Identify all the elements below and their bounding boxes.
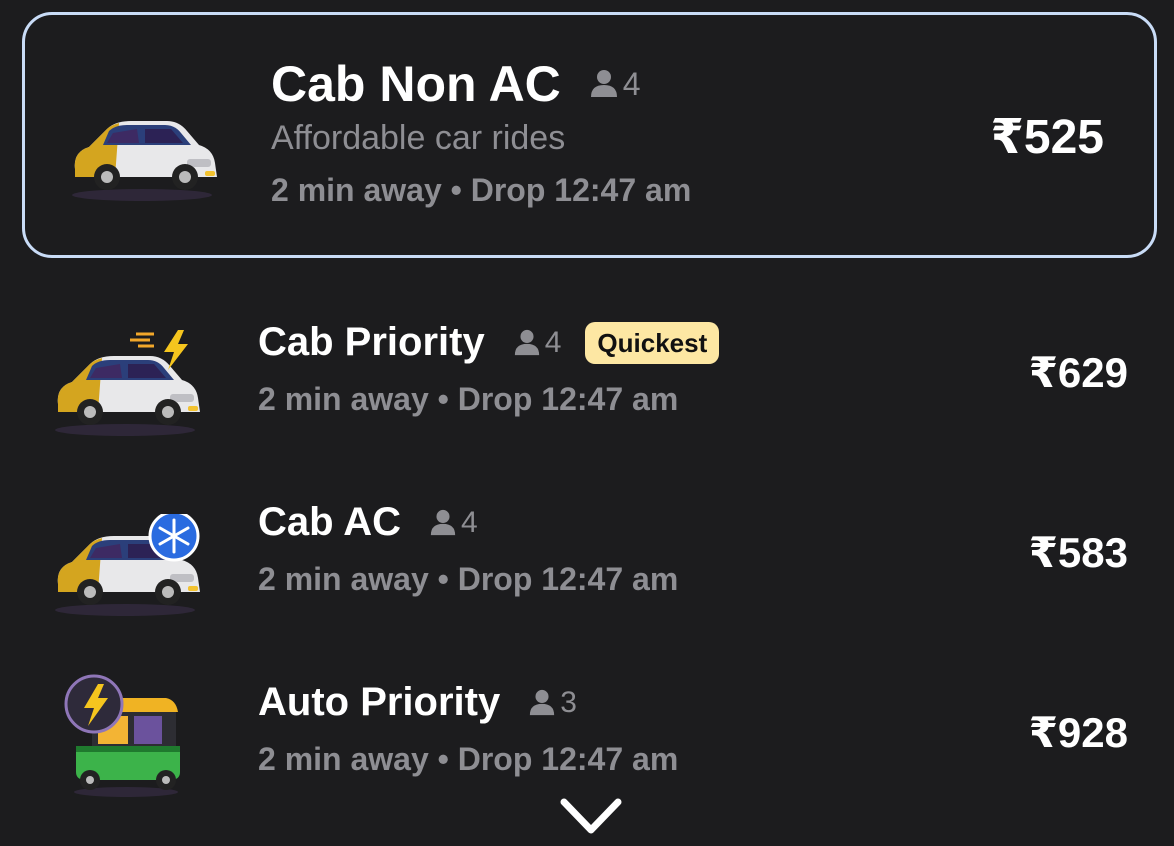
ride-price: ₹583: [1028, 529, 1128, 576]
ride-price: ₹629: [1028, 349, 1128, 396]
capacity: 4: [513, 325, 562, 360]
ride-option-cab-priority[interactable]: Cab Priority 4 Quickest 2 min away • Dro…: [0, 300, 1174, 460]
ride-option-auto-priority[interactable]: Auto Priority 3 2 min away • Drop 12:47 …: [0, 660, 1174, 800]
capacity: 4: [589, 66, 641, 103]
person-icon: [430, 509, 456, 535]
person-icon: [530, 689, 555, 715]
ride-price: ₹928: [1028, 709, 1128, 756]
taxi-car-ac-icon: [55, 514, 200, 616]
auto-rickshaw-priority-icon: [64, 674, 180, 797]
ride-price: ₹525: [990, 111, 1104, 164]
ride-name: Auto Priority: [258, 680, 501, 724]
capacity-value: 4: [460, 505, 478, 539]
ride-eta: 2 min away • Drop 12:47 am: [271, 172, 692, 208]
capacity: 4: [429, 506, 478, 540]
ride-name: Cab AC: [258, 500, 401, 544]
capacity-value: 4: [544, 325, 562, 359]
person-icon: [514, 329, 539, 355]
capacity-value: 3: [560, 685, 577, 719]
capacity: 3: [528, 686, 577, 720]
chevron-down-icon[interactable]: [560, 796, 622, 838]
ride-eta: 2 min away • Drop 12:47 am: [258, 741, 679, 777]
person-icon: [590, 70, 617, 97]
taxi-car-icon: [72, 121, 217, 201]
taxi-car-priority-icon: [55, 330, 200, 436]
ride-option-cab-non-ac[interactable]: Cab Non AC 4 Affordable car rides 2 min …: [22, 12, 1157, 258]
ride-description: Affordable car rides: [271, 119, 566, 157]
quickest-badge: Quickest: [585, 321, 720, 364]
ride-eta: 2 min away • Drop 12:47 am: [258, 561, 679, 597]
capacity-value: 4: [622, 65, 641, 102]
ride-option-cab-ac[interactable]: Cab AC 4 2 min away • Drop 12:47 am ₹583: [0, 480, 1174, 640]
ride-eta: 2 min away • Drop 12:47 am: [258, 381, 679, 417]
ride-name: Cab Priority: [258, 320, 485, 364]
ride-name: Cab Non AC: [271, 56, 561, 112]
